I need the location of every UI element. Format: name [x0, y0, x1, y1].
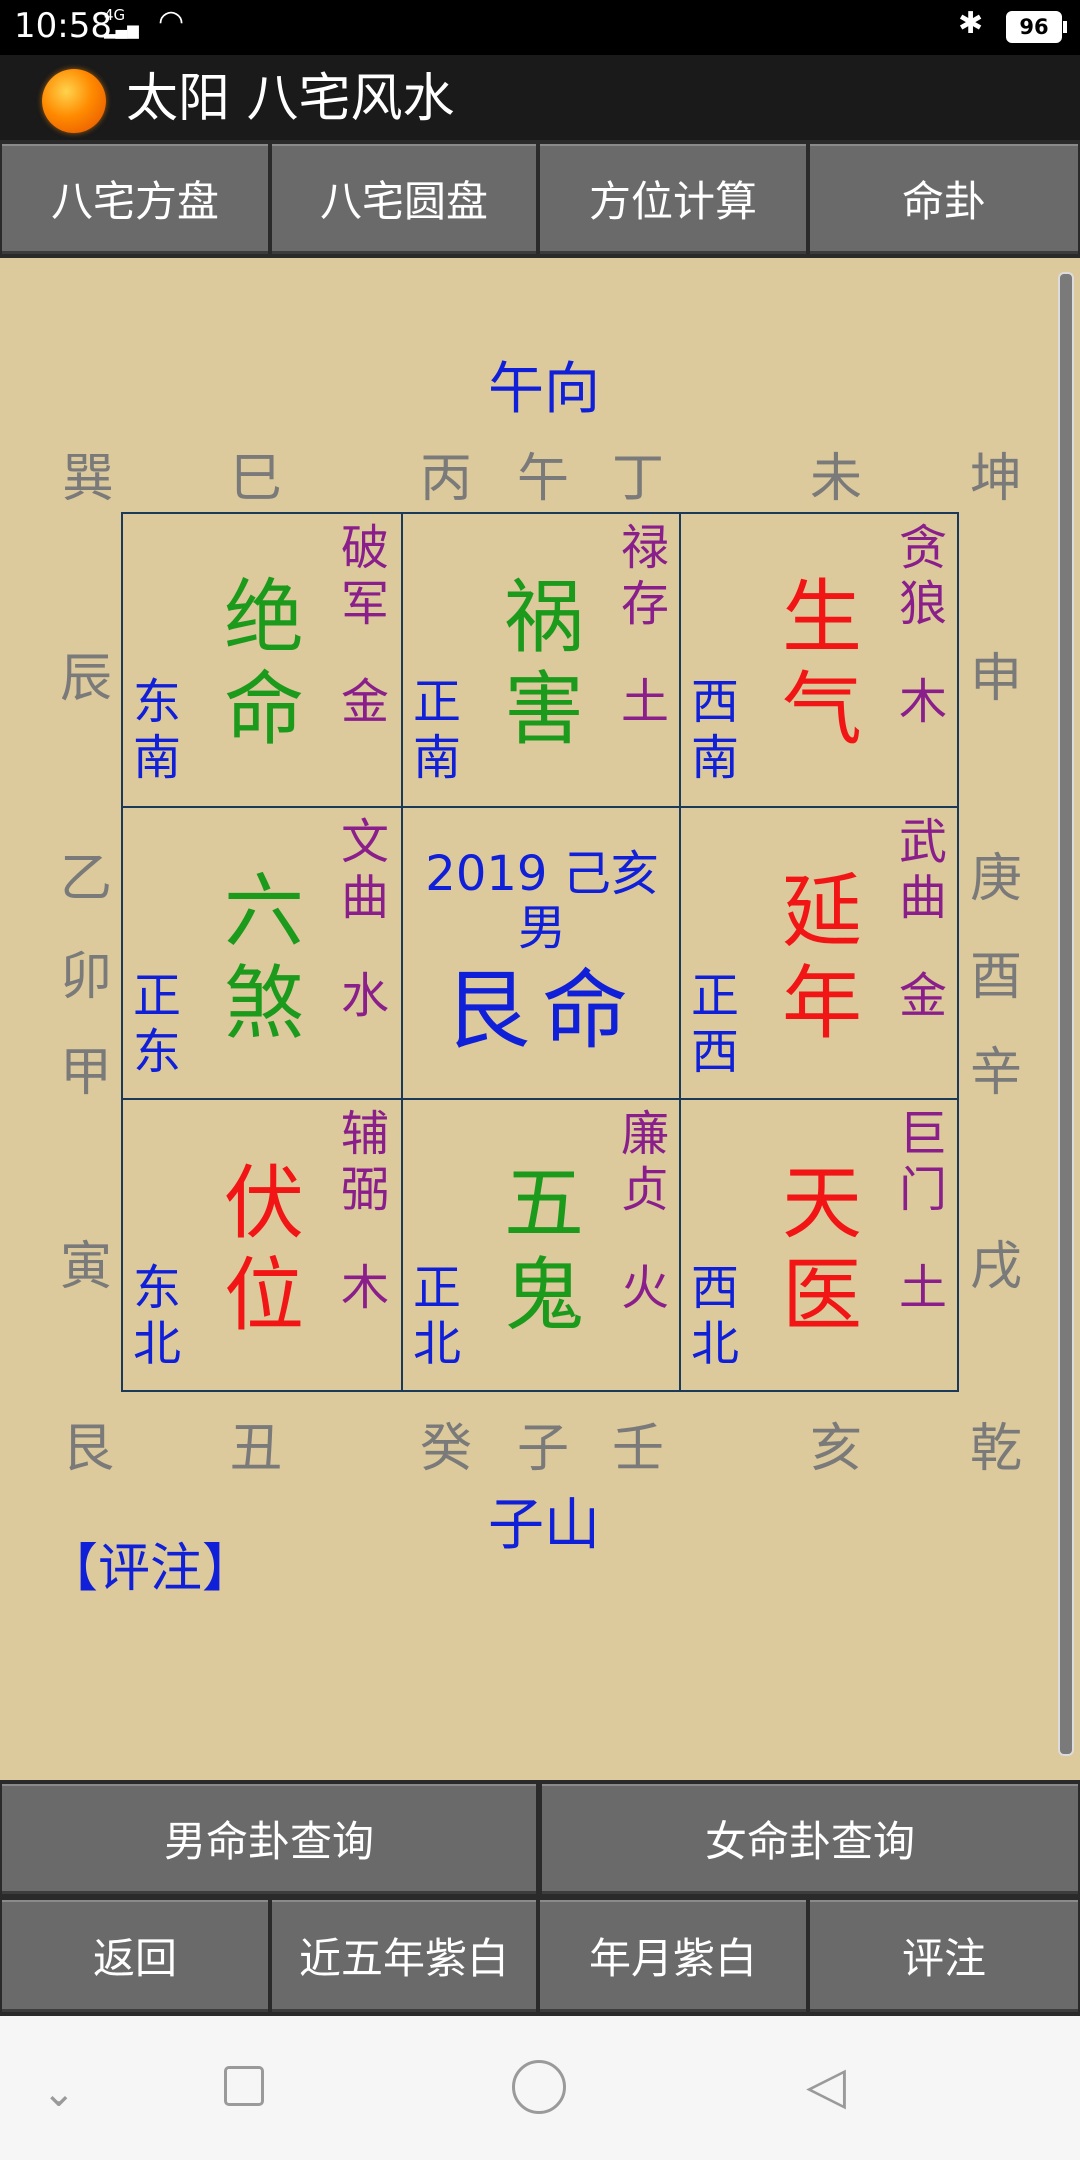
app-title: 太阳 八宅风水	[126, 69, 455, 129]
gua-name: 天医	[782, 1157, 862, 1342]
direction-label: 艮	[62, 1419, 115, 1479]
tab-fang-wei[interactable]: 方位计算	[540, 144, 806, 254]
direction-label: 申	[970, 649, 1023, 709]
year-month-zibai-button[interactable]: 年月紫白	[540, 1900, 806, 2012]
gua-name: 五鬼	[504, 1157, 584, 1342]
cell-direction: 正南	[412, 674, 461, 786]
cell-north[interactable]: 廉贞 五鬼 正北 火	[403, 1100, 681, 1392]
direction-label: 午	[517, 449, 570, 509]
bottom-button-bar: 男命卦查询 女命卦查询 返回 近五年紫白 年月紫白 评注	[0, 1780, 1080, 2016]
direction-label: 丁	[612, 449, 665, 509]
cell-south[interactable]: 禄存 祸害 正南 土	[403, 514, 681, 806]
app-bar: 太阳 八宅风水	[0, 55, 1080, 140]
direction-label: 寅	[60, 1237, 113, 1297]
female-gua-query-button[interactable]: 女命卦查询	[542, 1784, 1078, 1894]
back-button[interactable]: 返回	[2, 1900, 268, 2012]
bluetooth-icon: ✱	[958, 6, 984, 41]
direction-label: 乙	[60, 849, 113, 909]
status-bar: 10:58 4G ▂▄▆ ◠ ✱ 96	[0, 0, 1080, 55]
cell-northwest[interactable]: 巨门 天医 西北 土	[681, 1100, 959, 1392]
sun-logo-icon	[42, 69, 106, 133]
comment-link[interactable]: 【评注】	[46, 1526, 254, 1601]
star-name: 巨门	[898, 1106, 947, 1218]
cell-element: 木	[340, 1260, 389, 1316]
direction-label: 坤	[970, 449, 1023, 509]
cell-direction: 正北	[412, 1260, 461, 1372]
back-icon[interactable]: ◁	[806, 2056, 846, 2116]
star-name: 破军	[340, 520, 389, 632]
tab-yuan-pan[interactable]: 八宅圆盘	[272, 144, 536, 254]
tab-bar: 八宅方盘 八宅圆盘 方位计算 命卦	[0, 140, 1080, 258]
direction-label: 子	[517, 1419, 570, 1479]
cell-direction: 东南	[132, 674, 181, 786]
star-name: 辅弼	[340, 1106, 389, 1218]
gua-name: 生气	[782, 571, 862, 756]
cell-element: 金	[898, 968, 947, 1024]
tab-fang-pan[interactable]: 八宅方盘	[2, 144, 268, 254]
cell-element: 土	[620, 674, 669, 730]
direction-label: 甲	[60, 1043, 113, 1103]
direction-label: 未	[810, 449, 863, 509]
cell-direction: 东北	[132, 1260, 181, 1372]
home-icon[interactable]	[512, 2060, 566, 2114]
direction-label: 卯	[60, 947, 113, 1007]
cell-northeast[interactable]: 辅弼 伏位 东北 木	[123, 1100, 401, 1392]
cell-direction: 西南	[690, 674, 739, 786]
gua-name: 延年	[782, 865, 862, 1050]
recents-icon[interactable]	[224, 2066, 264, 2106]
direction-label: 辰	[60, 649, 113, 709]
gua-name: 绝命	[224, 571, 304, 756]
bazhai-chart-area: 午向 巽 巳 丙 午 丁 未 坤 辰 乙 卯 甲 寅 申 庚 酉 辛 戌 破军 …	[0, 258, 1080, 1780]
star-name: 贪狼	[898, 520, 947, 632]
bazhai-grid: 破军 绝命 东南 金 禄存 祸害 正南 土 贪狼 生气 西南 木 文曲 六煞 正…	[121, 512, 959, 1392]
system-nav-bar: ⌄ ◁	[0, 2016, 1080, 2160]
direction-label: 酉	[970, 947, 1023, 1007]
direction-label: 巽	[62, 449, 115, 509]
cell-element: 土	[898, 1260, 947, 1316]
wifi-icon: ◠	[158, 4, 185, 39]
star-name: 武曲	[898, 814, 947, 926]
cell-element: 木	[898, 674, 947, 730]
cell-west[interactable]: 武曲 延年 正西 金	[681, 808, 959, 1100]
direction-label: 辛	[970, 1043, 1023, 1103]
cell-center[interactable]: 2019 己亥 男 艮命	[403, 808, 681, 1100]
direction-label: 癸	[420, 1419, 473, 1479]
star-name: 廉贞	[620, 1106, 669, 1218]
star-name: 禄存	[620, 520, 669, 632]
status-time: 10:58	[14, 6, 112, 46]
cell-direction: 正东	[132, 968, 181, 1080]
gua-name: 祸害	[504, 571, 584, 756]
chevron-down-icon[interactable]: ⌄	[42, 2070, 76, 2116]
cell-southwest[interactable]: 贪狼 生气 西南 木	[681, 514, 959, 806]
cell-direction: 西北	[690, 1260, 739, 1372]
direction-label: 乾	[970, 1419, 1023, 1479]
scrollbar[interactable]	[1058, 272, 1074, 1756]
comment-button[interactable]: 评注	[810, 1900, 1078, 2012]
ming-gua: 艮命	[444, 961, 640, 1061]
direction-label: 丙	[420, 449, 473, 509]
male-gua-query-button[interactable]: 男命卦查询	[2, 1784, 536, 1894]
facing-label: 午向	[488, 357, 600, 422]
cell-element: 金	[340, 674, 389, 730]
cell-southeast[interactable]: 破军 绝命 东南 金	[123, 514, 401, 806]
star-name: 文曲	[340, 814, 389, 926]
gua-name: 六煞	[224, 865, 304, 1050]
direction-label: 巳	[230, 449, 283, 509]
direction-label: 庚	[970, 849, 1023, 909]
five-year-zibai-button[interactable]: 近五年紫白	[272, 1900, 536, 2012]
cell-element: 火	[620, 1260, 669, 1316]
gua-name: 伏位	[224, 1157, 304, 1342]
cell-east[interactable]: 文曲 六煞 正东 水	[123, 808, 401, 1100]
direction-label: 壬	[612, 1419, 665, 1479]
battery-icon: 96	[1006, 11, 1067, 43]
signal-icon: 4G ▂▄▆	[104, 6, 139, 39]
cell-element: 水	[340, 968, 389, 1024]
direction-label: 戌	[970, 1237, 1023, 1297]
sitting-label: 子山	[488, 1493, 600, 1558]
direction-label: 丑	[230, 1419, 283, 1479]
cell-direction: 正西	[690, 968, 739, 1080]
tab-ming-gua[interactable]: 命卦	[810, 144, 1078, 254]
direction-label: 亥	[810, 1419, 863, 1479]
